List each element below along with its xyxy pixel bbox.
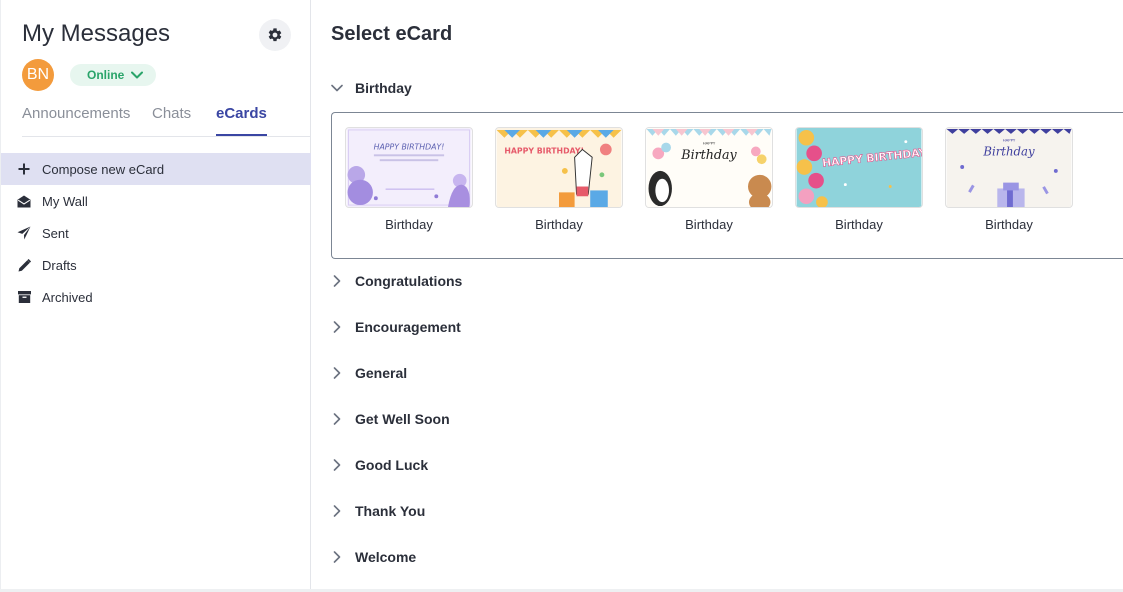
ecard-item[interactable]: HAPPY Birthday Birthday [945, 127, 1073, 232]
ecard-item[interactable]: HAPPY BIRTHDAY Birthday [795, 127, 923, 232]
category-label: Encouragement [355, 319, 461, 335]
chevron-right-icon [331, 367, 343, 379]
ecard-thumbnail: HAPPY BIRTHDAY [795, 127, 923, 208]
nav-drafts[interactable]: Drafts [1, 249, 311, 281]
chevron-right-icon [331, 505, 343, 517]
ecard-gallery: HAPPY BIRTHDAY! Birthday HAPPY BIRTHDAY! [331, 112, 1123, 259]
page-title: Select eCard [331, 23, 453, 45]
nav-label: My Wall [42, 193, 88, 209]
nav-compose-new-ecard[interactable]: Compose new eCard [1, 153, 311, 185]
ecard-thumbnail: HAPPY Birthday [945, 127, 1073, 208]
category-encouragement[interactable]: Encouragement [331, 315, 461, 339]
sidebar-nav: Compose new eCard My Wall Sent Drafts Ar… [1, 153, 311, 313]
category-thank-you[interactable]: Thank You [331, 499, 425, 523]
nav-label: Sent [42, 225, 69, 241]
ecard-item[interactable]: HAPPY BIRTHDAY! Birthday [495, 127, 623, 232]
status-dropdown[interactable]: Online [70, 64, 157, 86]
nav-label: Drafts [42, 257, 77, 273]
ecard-thumbnail: HAPPY BIRTHDAY! [345, 127, 473, 208]
ecard-label: Birthday [835, 217, 883, 232]
nav-label: Archived [42, 289, 93, 305]
pencil-icon [17, 258, 31, 272]
category-label: Good Luck [355, 457, 429, 473]
category-birthday[interactable]: Birthday [331, 76, 412, 100]
tab-announcements[interactable]: Announcements [22, 105, 130, 136]
nav-archived[interactable]: Archived [1, 281, 311, 313]
ecard-item[interactable]: HAPPY BIRTHDAY! Birthday [345, 127, 473, 232]
thumb-text: Birthday [680, 147, 737, 162]
category-label: Thank You [355, 503, 426, 519]
ecard-thumbnail: HAPPY Birthday [645, 127, 773, 208]
category-get-well-soon[interactable]: Get Well Soon [331, 407, 450, 431]
settings-button[interactable] [259, 19, 291, 51]
category-label: Birthday [355, 80, 412, 96]
ecard-label: Birthday [685, 217, 733, 232]
status-label: Online [87, 68, 125, 82]
ecard-item[interactable]: HAPPY Birthday Birthday [645, 127, 773, 232]
thumb-small-text: HAPPY [1003, 138, 1016, 143]
tab-chats[interactable]: Chats [152, 105, 191, 136]
thumb-text: HAPPY BIRTHDAY! [504, 146, 584, 155]
category-welcome[interactable]: Welcome [331, 545, 416, 569]
message-tabs: Announcements Chats eCards [22, 100, 310, 137]
category-general[interactable]: General [331, 361, 407, 385]
chevron-right-icon [331, 275, 343, 287]
category-good-luck[interactable]: Good Luck [331, 453, 428, 477]
chevron-right-icon [331, 321, 343, 333]
thumb-text: Birthday [982, 144, 1035, 158]
thumb-small-text: HAPPY [703, 141, 716, 146]
plus-icon [17, 162, 31, 176]
category-label: General [355, 365, 408, 381]
ecard-thumbnail: HAPPY BIRTHDAY! [495, 127, 623, 208]
thumb-text: HAPPY BIRTHDAY! [374, 142, 445, 151]
nav-label: Compose new eCard [42, 161, 165, 177]
chevron-right-icon [331, 413, 343, 425]
main-content: Select eCard Birthday HAPPY BIRTHDAY! Bi… [312, 0, 1123, 589]
chevron-down-icon [131, 71, 144, 79]
ecard-label: Birthday [985, 217, 1033, 232]
ecard-label: Birthday [385, 217, 433, 232]
avatar[interactable]: BN [22, 59, 54, 91]
category-congratulations[interactable]: Congratulations [331, 269, 462, 293]
chevron-right-icon [331, 459, 343, 471]
category-label: Congratulations [355, 273, 463, 289]
sidebar: My Messages BN Online Announcements Chat… [0, 0, 311, 589]
nav-my-wall[interactable]: My Wall [1, 185, 311, 217]
category-label: Get Well Soon [355, 411, 450, 427]
chevron-down-icon [331, 82, 343, 94]
nav-sent[interactable]: Sent [1, 217, 311, 249]
paper-plane-icon [17, 226, 31, 240]
archive-box-icon [17, 290, 31, 304]
tab-ecards[interactable]: eCards [216, 105, 267, 136]
sidebar-title: My Messages [22, 20, 171, 47]
envelope-open-icon [17, 194, 31, 208]
category-label: Welcome [355, 549, 417, 565]
ecard-label: Birthday [535, 217, 583, 232]
chevron-right-icon [331, 551, 343, 563]
gear-icon [268, 28, 282, 42]
